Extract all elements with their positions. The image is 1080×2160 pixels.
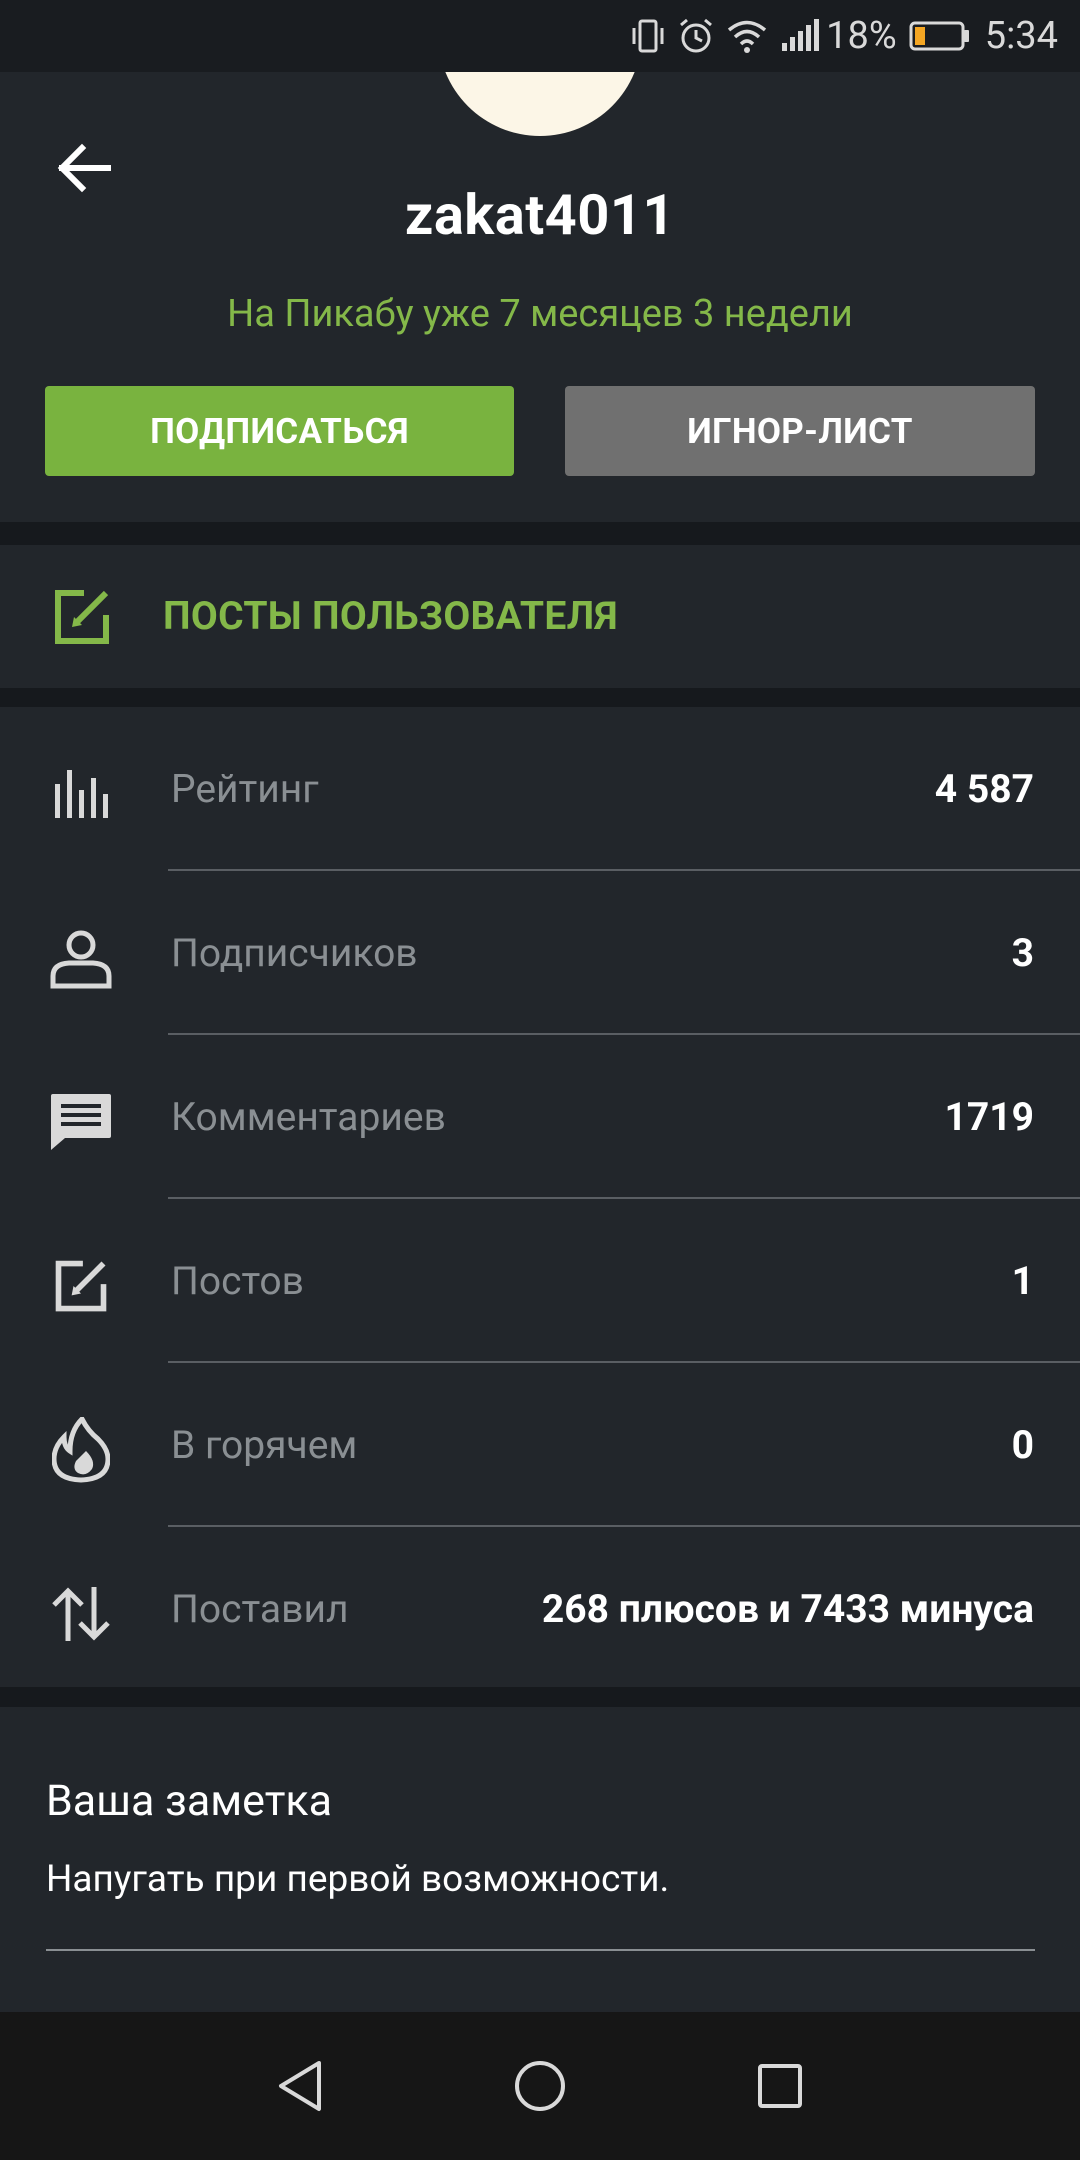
section-divider bbox=[0, 1687, 1080, 1707]
edit-icon bbox=[48, 1253, 114, 1319]
note-underline bbox=[46, 1949, 1035, 1951]
circle-home-icon bbox=[515, 2061, 565, 2111]
stat-row-posts: Постов 1 bbox=[0, 1199, 1080, 1363]
stats-list: Рейтинг 4 587 Подписчиков 3 Комментариев… bbox=[0, 707, 1080, 1687]
stat-row-rating: Рейтинг 4 587 bbox=[0, 707, 1080, 871]
stat-row-comments: Комментариев 1719 bbox=[0, 1035, 1080, 1199]
system-nav-bar bbox=[0, 2012, 1080, 2160]
stat-value: 0 bbox=[1011, 1422, 1034, 1468]
stat-label: Поставил bbox=[171, 1586, 349, 1632]
square-recents-icon bbox=[758, 2064, 802, 2108]
nav-back-button[interactable] bbox=[240, 2012, 360, 2160]
ignore-list-button[interactable]: ИГНОР-ЛИСТ bbox=[565, 386, 1035, 476]
wifi-icon bbox=[726, 17, 768, 55]
battery-icon bbox=[909, 19, 971, 53]
alarm-icon bbox=[678, 17, 714, 55]
stat-row-subscribers: Подписчиков 3 bbox=[0, 871, 1080, 1035]
stat-value: 3 bbox=[1011, 930, 1034, 976]
stat-value: 1719 bbox=[944, 1094, 1034, 1140]
flame-icon bbox=[48, 1417, 114, 1483]
member-since: На Пикабу уже 7 месяцев 3 недели bbox=[227, 292, 853, 336]
user-note: Ваша заметка Напугать при первой возможн… bbox=[0, 1707, 1080, 2012]
nav-recents-button[interactable] bbox=[720, 2012, 840, 2160]
note-title: Ваша заметка bbox=[46, 1776, 333, 1826]
stat-label: В горячем bbox=[171, 1422, 358, 1468]
username: zakat4011 bbox=[404, 182, 676, 248]
rating-bars-icon bbox=[48, 761, 114, 827]
profile-header: zakat4011 На Пикабу уже 7 месяцев 3 неде… bbox=[0, 0, 1080, 522]
note-text[interactable]: Напугать при первой возможности. bbox=[46, 1858, 669, 1901]
stat-label: Постов bbox=[171, 1258, 304, 1304]
status-bar: 18% 5:34 bbox=[0, 0, 1080, 72]
user-posts-link[interactable]: ПОСТЫ ПОЛЬЗОВАТЕЛЯ bbox=[0, 545, 1080, 688]
stat-label: Комментариев bbox=[171, 1094, 446, 1140]
stat-label: Подписчиков bbox=[171, 930, 418, 976]
clock: 5:34 bbox=[984, 14, 1058, 58]
profile-screen: 18% 5:34 zakat4011 На Пикабу уже 7 месяц… bbox=[0, 0, 1080, 2160]
triangle-back-icon bbox=[279, 2061, 321, 2111]
stat-value: 4 587 bbox=[934, 766, 1034, 812]
stat-value: 268 плюсов и 7433 минуса bbox=[541, 1586, 1034, 1632]
section-divider bbox=[0, 688, 1080, 707]
stat-row-hot: В горячем 0 bbox=[0, 1363, 1080, 1527]
up-down-arrows-icon bbox=[48, 1581, 114, 1647]
section-divider bbox=[0, 522, 1080, 545]
edit-icon bbox=[50, 585, 114, 653]
vibrate-icon bbox=[630, 17, 666, 55]
signal-icon bbox=[780, 17, 820, 55]
battery-percent: 18% bbox=[826, 14, 897, 58]
stat-label: Рейтинг bbox=[171, 766, 319, 812]
user-posts-label: ПОСТЫ ПОЛЬЗОВАТЕЛЯ bbox=[163, 593, 618, 639]
stat-row-votes: Поставил 268 плюсов и 7433 минуса bbox=[0, 1527, 1080, 1691]
stat-value: 1 bbox=[1011, 1258, 1034, 1304]
comment-icon bbox=[48, 1089, 114, 1155]
user-icon bbox=[48, 925, 114, 991]
nav-home-button[interactable] bbox=[480, 2012, 600, 2160]
subscribe-button[interactable]: ПОДПИСАТЬСЯ bbox=[45, 386, 514, 476]
